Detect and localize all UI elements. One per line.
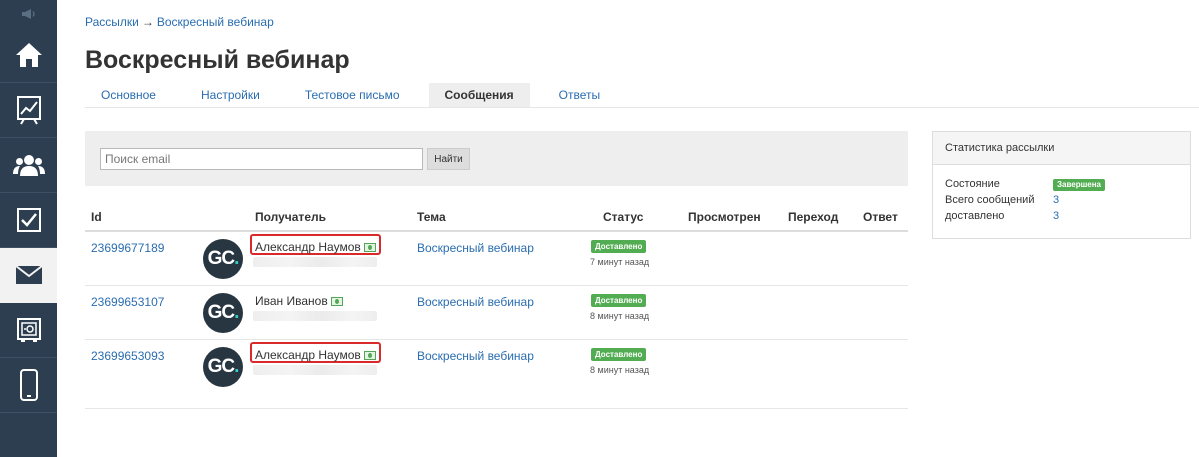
status-time: 8 минут назад	[590, 365, 650, 375]
recipient-name[interactable]: Александр Наумов	[255, 240, 361, 254]
avatar-logo-text: GC	[207, 302, 235, 323]
users-icon	[12, 155, 45, 176]
chart-icon	[16, 96, 41, 125]
status-badge: Доставлено	[591, 348, 647, 361]
status-badge: Доставлено	[591, 294, 647, 307]
blurred-email	[253, 365, 377, 375]
column-header-subject[interactable]: Тема	[417, 210, 446, 224]
breadcrumb-current[interactable]: Воскресный вебинар	[157, 15, 274, 29]
blurred-email	[253, 257, 377, 267]
recipient-name-link[interactable]: Иван Иванов	[255, 294, 343, 308]
money-icon	[330, 296, 343, 306]
stat-delivered-label: доставлено	[945, 210, 1005, 222]
sidebar-item-safe[interactable]	[0, 303, 57, 358]
column-header-status[interactable]: Статус	[603, 210, 643, 224]
column-header-click[interactable]: Переход	[788, 210, 838, 224]
avatar: GC.	[203, 347, 243, 387]
avatar: GC.	[203, 293, 243, 333]
subject-link[interactable]: Воскресный вебинар	[417, 349, 534, 363]
tab-replies[interactable]: Ответы	[543, 83, 616, 107]
message-id-link[interactable]: 23699653107	[91, 295, 164, 309]
table-row: 23699653093 GC. Александр Наумов Воскрес…	[85, 340, 908, 409]
sidebar-item-home[interactable]	[0, 28, 57, 83]
sidebar-item-mailings[interactable]	[0, 248, 57, 303]
tab-messages[interactable]: Сообщения	[428, 83, 530, 107]
tabs: Основное Настройки Тестовое письмо Сообщ…	[85, 83, 1199, 108]
message-id-link[interactable]: 23699653093	[91, 349, 164, 363]
stats-panel-body: Состояние Завершена Всего сообщений 3 до…	[933, 165, 1190, 239]
page-title: Воскресный вебинар	[85, 46, 350, 74]
table-row: 23699677189 GC. Александр Наумов Воскрес…	[85, 232, 908, 286]
tab-settings[interactable]: Настройки	[185, 83, 276, 107]
column-header-id[interactable]: Id	[91, 210, 102, 224]
messages-table: Id Получатель Тема Статус Просмотрен Пер…	[85, 205, 908, 409]
stats-panel: Статистика рассылки Состояние Завершена …	[932, 131, 1191, 239]
stat-total-link[interactable]: 3	[1053, 194, 1059, 206]
message-id-link[interactable]: 23699677189	[91, 241, 164, 255]
tasks-checkbox-icon	[16, 208, 41, 232]
avatar-logo-text: GC	[207, 248, 235, 269]
mail-icon	[14, 265, 43, 284]
home-icon	[15, 43, 42, 67]
sidebar-item-announcements[interactable]	[0, 0, 57, 28]
avatar-logo-dot: .	[234, 248, 239, 269]
recipient-name-link[interactable]: Александр Наумов	[255, 240, 376, 254]
stat-total-label: Всего сообщений	[945, 194, 1035, 206]
status-time: 7 минут назад	[590, 257, 650, 267]
search-email-input[interactable]	[100, 148, 423, 170]
breadcrumb-separator: →	[141, 15, 154, 29]
stat-state-label: Состояние	[945, 178, 1000, 190]
safe-icon	[16, 318, 41, 342]
main-content: Рассылки → Воскресный вебинар Воскресный в…	[57, 0, 1199, 457]
tab-main[interactable]: Основное	[85, 83, 172, 107]
subject-link[interactable]: Воскресный вебинар	[417, 295, 534, 309]
recipient-name[interactable]: Иван Иванов	[255, 294, 328, 308]
stat-total-row: Всего сообщений 3	[945, 194, 1178, 210]
subject-link[interactable]: Воскресный вебинар	[417, 241, 534, 255]
status-badge: Доставлено	[591, 240, 647, 253]
recipient-name-link[interactable]: Александр Наумов	[255, 348, 376, 362]
breadcrumb-link-mailings[interactable]: Рассылки	[85, 15, 139, 29]
search-panel: Найти	[85, 131, 908, 186]
sidebar-item-statistics[interactable]	[0, 83, 57, 138]
stats-panel-title: Статистика рассылки	[933, 132, 1190, 165]
column-header-viewed[interactable]: Просмотрен	[688, 210, 761, 224]
table-row: 23699653107 GC. Иван Иванов Воскресный в…	[85, 286, 908, 340]
search-button[interactable]: Найти	[427, 148, 470, 170]
stat-state-row: Состояние Завершена	[945, 178, 1178, 194]
app-window: Рассылки → Воскресный вебинар Воскресный в…	[0, 0, 1199, 457]
sidebar	[0, 0, 57, 457]
table-header: Id Получатель Тема Статус Просмотрен Пер…	[85, 205, 908, 232]
sidebar-item-users[interactable]	[0, 138, 57, 193]
money-icon	[363, 242, 376, 252]
tab-test-letter[interactable]: Тестовое письмо	[289, 83, 416, 107]
money-icon	[363, 350, 376, 360]
column-header-recipient[interactable]: Получатель	[255, 210, 326, 224]
sidebar-item-mobile[interactable]	[0, 358, 57, 413]
avatar-logo-dot: .	[234, 302, 239, 323]
status-time: 8 минут назад	[590, 311, 650, 321]
avatar: GC.	[203, 239, 243, 279]
breadcrumb: Рассылки → Воскресный вебинар	[85, 15, 274, 29]
sidebar-item-tasks[interactable]	[0, 193, 57, 248]
recipient-name[interactable]: Александр Наумов	[255, 348, 361, 362]
column-header-reply[interactable]: Ответ	[863, 210, 898, 224]
mobile-icon	[19, 369, 38, 401]
stat-state-badge: Завершена	[1053, 179, 1106, 191]
blurred-email	[253, 311, 377, 321]
stat-delivered-row: доставлено 3	[945, 210, 1178, 226]
megaphone-icon	[21, 9, 35, 19]
avatar-logo-dot: .	[234, 356, 239, 377]
avatar-logo-text: GC	[207, 356, 235, 377]
stat-delivered-link[interactable]: 3	[1053, 210, 1059, 222]
